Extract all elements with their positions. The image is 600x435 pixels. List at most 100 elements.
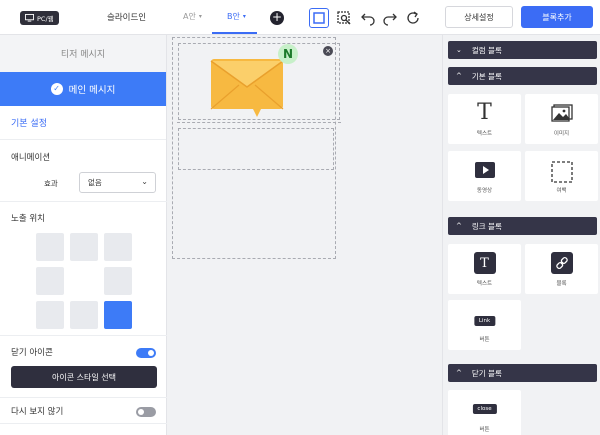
- category-link-blocks[interactable]: ^ 링크 블록: [448, 217, 597, 235]
- divider: [0, 423, 167, 424]
- tab-b[interactable]: B안 ▾: [227, 11, 246, 22]
- close-icon-toggle[interactable]: [136, 348, 156, 358]
- detail-settings-button[interactable]: 상세설정: [445, 6, 513, 28]
- dashed-square-icon: [550, 161, 573, 183]
- close-icon-label: 닫기 아이콘: [11, 348, 53, 358]
- block-image[interactable]: 이미지: [525, 94, 598, 144]
- block-label: 블록: [556, 281, 567, 287]
- block-label: 버튼: [479, 427, 490, 433]
- device-label: PC/웹: [37, 15, 54, 23]
- chevron-down-icon: ⌄: [141, 177, 148, 186]
- tab-a[interactable]: A안 ▾: [183, 11, 202, 22]
- zoom-select-icon: [337, 11, 351, 25]
- block-label: 텍스트: [476, 281, 493, 287]
- block-label: 버튼: [479, 337, 490, 343]
- monitor-icon: [25, 14, 34, 22]
- popup-frame[interactable]: N ×: [172, 37, 341, 259]
- animation-label: 애니메이션: [11, 153, 51, 163]
- image-icon: [550, 104, 573, 122]
- redo-button[interactable]: [380, 8, 400, 28]
- effect-label: 효과: [44, 179, 58, 188]
- dont-show-again-toggle[interactable]: [136, 407, 156, 417]
- divider: [0, 397, 167, 398]
- divider: [0, 201, 167, 202]
- category-label: 링크 블록: [471, 221, 502, 231]
- category-label: 기본 블록: [471, 71, 502, 81]
- basic-settings-heading[interactable]: 기본 설정: [0, 106, 166, 140]
- device-selector[interactable]: PC/웹: [20, 11, 59, 25]
- undo-button[interactable]: [358, 8, 378, 28]
- position-bottom-center[interactable]: [70, 301, 98, 329]
- chevron-up-icon: ^: [456, 72, 462, 80]
- position-top-left[interactable]: [36, 233, 64, 261]
- position-middle-left[interactable]: [36, 267, 64, 295]
- category-label: 닫기 블록: [471, 368, 502, 378]
- link-block-block[interactable]: 블록: [525, 244, 598, 294]
- dont-show-again-label: 다시 보지 않기: [11, 407, 64, 417]
- effect-value: 없음: [88, 178, 102, 187]
- chevron-up-icon: ^: [456, 222, 462, 230]
- link-block-button[interactable]: Link 버튼: [448, 300, 521, 350]
- select-tool-button[interactable]: [309, 8, 329, 28]
- position-middle-right[interactable]: [104, 267, 132, 295]
- tab-a-label: A안: [183, 12, 196, 21]
- empty-block[interactable]: [178, 128, 334, 170]
- block-label: 동영상: [476, 188, 493, 194]
- block-label: 여백: [556, 188, 567, 194]
- chevron-down-icon: ▾: [242, 13, 246, 20]
- editor-canvas: N ×: [168, 35, 441, 435]
- link-icon: [550, 252, 573, 274]
- zoom-tool-button[interactable]: [334, 8, 354, 28]
- block-text[interactable]: T 텍스트: [448, 94, 521, 144]
- top-bar: PC/웹 슬라이드인 A안 ▾ B안 ▾ + 상세설정 블록추가: [0, 0, 600, 35]
- play-icon: [474, 162, 495, 178]
- text-icon: T: [473, 252, 496, 274]
- settings-panel: 티저 메시지 ✓ 메인 메시지 기본 설정 애니메이션 효과 없음 ⌄ 노출 위…: [0, 35, 167, 435]
- position-top-right[interactable]: [104, 233, 132, 261]
- block-label: 이미지: [553, 131, 570, 137]
- position-bottom-left[interactable]: [36, 301, 64, 329]
- divider: [0, 335, 167, 336]
- redo-icon: [383, 13, 397, 26]
- position-label: 노출 위치: [11, 214, 45, 224]
- link-block-text[interactable]: T 텍스트: [448, 244, 521, 294]
- active-tab-indicator: [212, 32, 257, 34]
- undo-icon: [361, 13, 375, 26]
- category-label: 컬럼 블록: [471, 45, 502, 55]
- add-variant-button[interactable]: +: [270, 11, 284, 25]
- envelope-icon: [210, 59, 284, 117]
- square-select-icon: [313, 12, 325, 24]
- category-column-blocks[interactable]: ⌄ 컬럼 블록: [448, 41, 597, 59]
- chevron-up-icon: ^: [456, 369, 462, 377]
- position-top-center[interactable]: [70, 233, 98, 261]
- new-badge: N: [278, 44, 298, 64]
- toggle-knob: [138, 409, 144, 415]
- refresh-button[interactable]: [403, 8, 423, 28]
- add-block-button[interactable]: 블록추가: [521, 6, 593, 28]
- chevron-down-icon: ⌄: [456, 46, 462, 54]
- position-bottom-right[interactable]: [104, 301, 132, 329]
- refresh-icon: [407, 11, 419, 24]
- chevron-down-icon: ▾: [198, 13, 202, 20]
- effect-select[interactable]: 없음 ⌄: [79, 172, 156, 193]
- main-message-tab[interactable]: ✓ 메인 메시지: [0, 72, 166, 106]
- category-basic-blocks[interactable]: ^ 기본 블록: [448, 67, 597, 85]
- close-icon[interactable]: ×: [323, 46, 333, 56]
- main-message-label: 메인 메시지: [68, 85, 116, 96]
- slide-type-label[interactable]: 슬라이드인: [107, 11, 146, 23]
- close-block-button[interactable]: close 버튼: [448, 390, 521, 435]
- text-icon: T: [477, 100, 492, 125]
- tab-b-label: B안: [227, 12, 240, 21]
- link-button-preview: Link: [473, 316, 496, 326]
- toggle-knob: [148, 350, 154, 356]
- check-circle-icon: ✓: [50, 83, 63, 95]
- block-label: 텍스트: [476, 131, 493, 137]
- teaser-message-tab[interactable]: 티저 메시지: [0, 35, 166, 72]
- block-video[interactable]: 동영상: [448, 151, 521, 201]
- icon-style-button[interactable]: 아이콘 스타일 선택: [11, 366, 157, 388]
- category-close-blocks[interactable]: ^ 닫기 블록: [448, 364, 597, 382]
- position-center-empty: [70, 267, 98, 295]
- block-library-panel: ⌄ 컬럼 블록 ^ 기본 블록 T 텍스트 이미지 동영상 여백 ^ 링크 블록…: [442, 35, 600, 435]
- position-grid: [36, 233, 132, 329]
- block-spacer[interactable]: 여백: [525, 151, 598, 201]
